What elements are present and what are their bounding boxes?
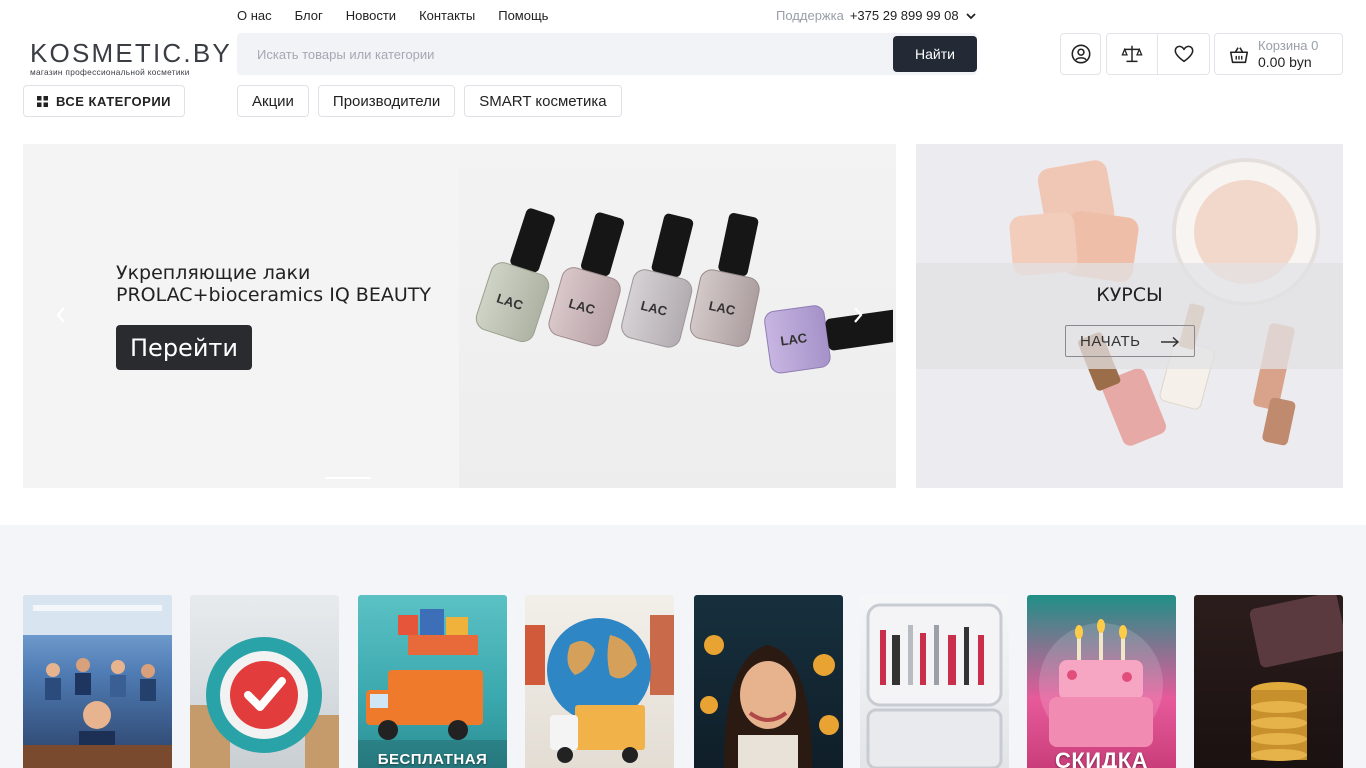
nav-link-about[interactable]: О нас — [237, 8, 272, 23]
heart-icon — [1174, 45, 1193, 63]
compare-button[interactable] — [1107, 34, 1159, 74]
courses-start-label: НАЧАТЬ — [1080, 332, 1141, 350]
slider-title: Укрепляющие лаки PROLAC+bioceramics IQ B… — [116, 262, 431, 306]
scales-icon — [1121, 45, 1143, 63]
site-logo[interactable]: KOSMETIC.BY магазин профессиональной кос… — [30, 38, 232, 77]
chevron-right-icon[interactable] — [850, 304, 866, 326]
chevron-left-icon[interactable] — [53, 304, 69, 326]
courses-start-button[interactable]: НАЧАТЬ — [1065, 325, 1195, 357]
slider-title-line2: PROLAC+bioceramics IQ BEAUTY — [116, 284, 431, 306]
support-phone[interactable]: +375 29 899 99 08 — [850, 8, 959, 23]
promo-card-6[interactable] — [860, 595, 1009, 768]
birthday-cake-image — [1039, 619, 1163, 747]
search-button[interactable]: Найти — [893, 36, 977, 72]
promo-card-7[interactable]: СКИДКА — [1027, 595, 1176, 768]
promo-card-3-text: БЕСПЛАТНАЯ — [377, 751, 488, 768]
promo-card-7-text: СКИДКА — [1054, 748, 1149, 768]
delivery-truck-image — [358, 609, 507, 768]
nav-link-help[interactable]: Помощь — [498, 8, 548, 23]
pill-smart-cosmetics[interactable]: SMART косметика — [464, 85, 622, 117]
slider-title-line1: Укрепляющие лаки — [116, 262, 311, 284]
slider-left-panel — [23, 144, 459, 488]
nav-link-blog[interactable]: Блог — [295, 8, 323, 23]
pill-manufacturers[interactable]: Производители — [317, 85, 456, 117]
user-icon — [1071, 44, 1090, 64]
account-button[interactable] — [1060, 33, 1101, 75]
checkmark-badge-image — [190, 637, 339, 768]
promo-card-5[interactable] — [694, 595, 843, 768]
arrow-right-icon — [1161, 336, 1180, 348]
favorites-button[interactable] — [1158, 34, 1209, 74]
globe-truck-image — [525, 615, 674, 763]
slider-pagination-dot[interactable] — [325, 477, 371, 479]
office-people-image — [23, 595, 172, 768]
logo-tagline: магазин профессиональной косметики — [30, 67, 190, 77]
support-label: Поддержка — [776, 8, 844, 23]
promo-card-2[interactable] — [190, 595, 339, 768]
courses-banner[interactable]: КУРСЫ НАЧАТЬ — [916, 144, 1343, 488]
slider-go-button[interactable]: Перейти — [116, 325, 252, 370]
nav-link-contacts[interactable]: Контакты — [419, 8, 475, 23]
top-nav: О нас Блог Новости Контакты Помощь — [237, 8, 548, 23]
basket-icon — [1229, 47, 1249, 64]
nail-polish-bottles-image: LAC LAC LAC LAC LAC — [475, 208, 893, 374]
promo-card-4[interactable] — [525, 595, 674, 768]
compare-favorites-group — [1106, 33, 1210, 75]
grid-icon — [36, 95, 48, 107]
logo-brand: KOSMETIC.BY — [30, 38, 232, 68]
search-bar: Найти — [237, 33, 977, 75]
all-categories-label: ВСЕ КАТЕГОРИИ — [55, 93, 172, 109]
support-contact[interactable]: Поддержка +375 29 899 99 08 — [776, 8, 977, 23]
cart-total: 0.00 byn — [1258, 54, 1312, 70]
manicure-kit-image — [866, 603, 1003, 768]
main-slider[interactable]: LAC LAC LAC LAC LAC Укрепляющие лаки PRO… — [23, 144, 896, 488]
promo-card-1[interactable] — [23, 595, 172, 768]
category-pills: Акции Производители SMART косметика — [237, 85, 622, 117]
pill-promotions[interactable]: Акции — [237, 85, 309, 117]
courses-title: КУРСЫ — [1096, 284, 1163, 306]
all-categories-button[interactable]: ВСЕ КАТЕГОРИИ — [23, 85, 185, 117]
nav-link-news[interactable]: Новости — [346, 8, 396, 23]
chevron-down-icon[interactable] — [965, 10, 977, 22]
gold-coins-image — [1249, 595, 1343, 761]
search-input[interactable] — [237, 33, 887, 75]
promo-card-3[interactable]: БЕСПЛАТНАЯ — [358, 595, 507, 768]
cart-button[interactable]: Корзина 0 0.00 byn — [1214, 33, 1343, 75]
woman-coins-image — [700, 635, 839, 768]
cart-count: Корзина 0 — [1258, 38, 1319, 53]
promo-card-8[interactable] — [1194, 595, 1343, 768]
